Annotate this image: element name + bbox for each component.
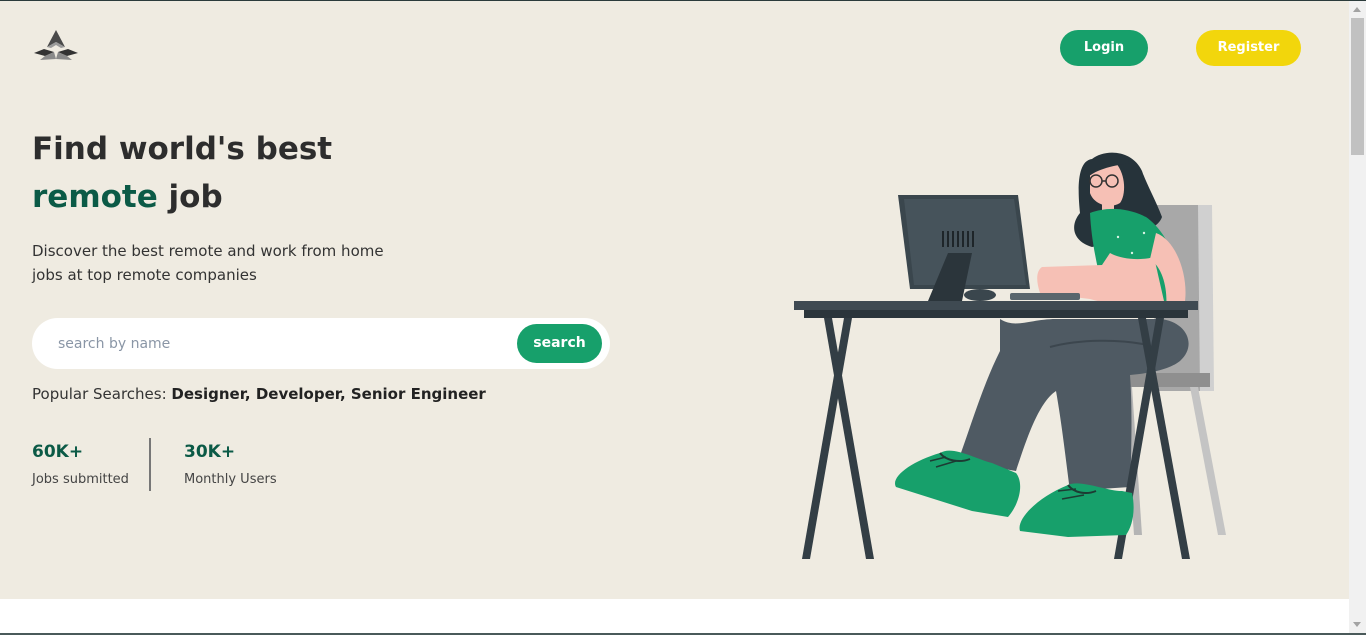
search-input[interactable] xyxy=(58,328,518,359)
stat-jobs-submitted: 60K+ Jobs submitted xyxy=(32,442,129,487)
below-fold-section xyxy=(0,599,1349,635)
hero-title-rest: job xyxy=(157,179,223,215)
search-button[interactable]: search xyxy=(517,324,602,363)
register-button[interactable]: Register xyxy=(1196,30,1301,66)
stat-divider xyxy=(149,438,151,491)
vertical-scrollbar[interactable] xyxy=(1349,1,1366,633)
hero-title-line2: remote job xyxy=(32,179,223,215)
hero-title-line1: Find world's best xyxy=(32,131,333,167)
login-button[interactable]: Login xyxy=(1060,30,1148,66)
hero-title-accent: remote xyxy=(32,179,158,215)
scroll-down-icon[interactable] xyxy=(1349,616,1366,633)
search-bar: search xyxy=(32,318,610,369)
stat-label: Monthly Users xyxy=(184,472,277,487)
scrollbar-thumb[interactable] xyxy=(1351,18,1364,155)
hero-section: Login Register Find world's best remote … xyxy=(0,1,1349,599)
woman-at-desk-illustration xyxy=(794,152,1226,559)
popular-searches: Popular Searches: Designer, Developer, S… xyxy=(32,385,486,403)
popular-searches-label: Popular Searches: xyxy=(32,385,172,403)
scroll-up-icon[interactable] xyxy=(1349,1,1366,18)
triangle-logo-icon[interactable] xyxy=(32,29,80,63)
popular-searches-items: Designer, Developer, Senior Engineer xyxy=(171,385,486,403)
stat-label: Jobs submitted xyxy=(32,472,129,487)
stat-value: 60K+ xyxy=(32,442,84,462)
hero-description: Discover the best remote and work from h… xyxy=(32,242,384,284)
stat-value: 30K+ xyxy=(184,442,236,462)
stat-monthly-users: 30K+ Monthly Users xyxy=(184,442,277,487)
